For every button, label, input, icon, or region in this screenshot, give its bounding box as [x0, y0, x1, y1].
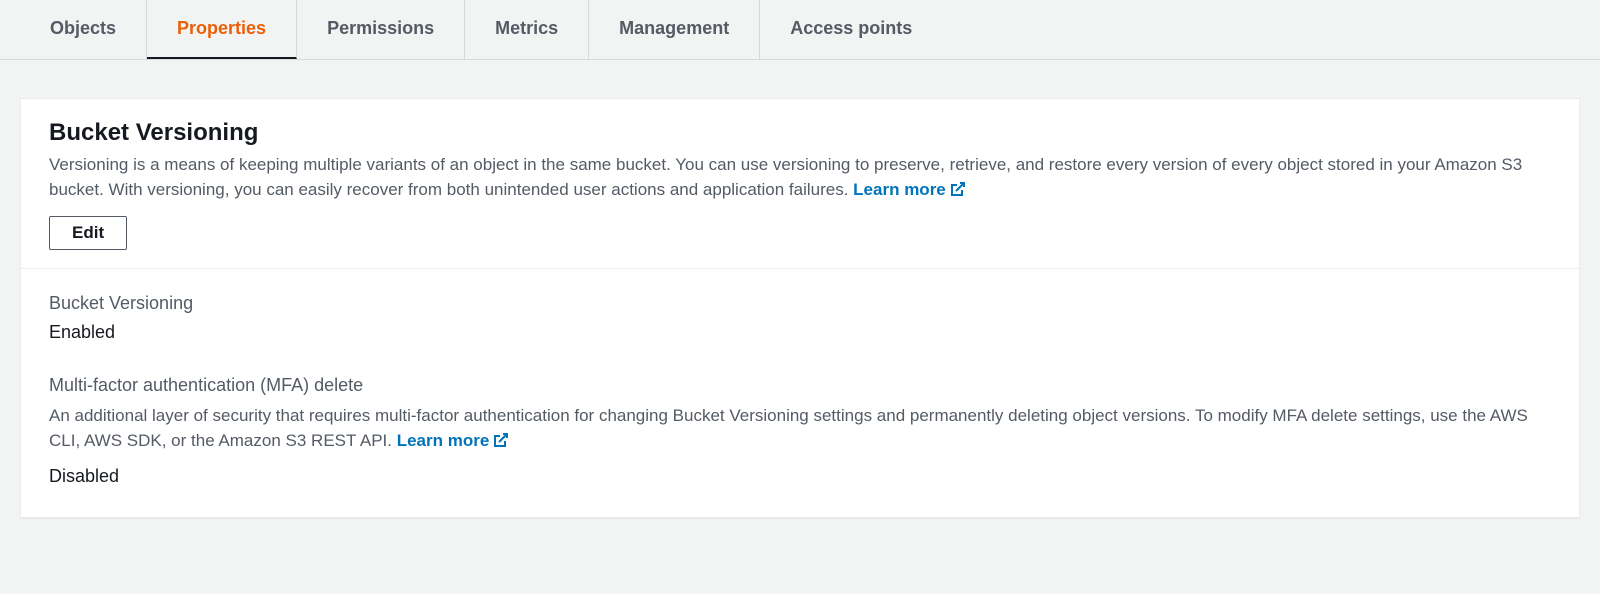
mfa-delete-field: Multi-factor authentication (MFA) delete…	[49, 375, 1551, 486]
tab-objects[interactable]: Objects	[20, 0, 147, 59]
bucket-versioning-panel: Bucket Versioning Versioning is a means …	[20, 98, 1580, 518]
tab-properties[interactable]: Properties	[147, 0, 297, 59]
tab-management[interactable]: Management	[589, 0, 760, 59]
tab-access-points[interactable]: Access points	[760, 0, 942, 59]
panel-description-text: Versioning is a means of keeping multipl…	[49, 155, 1522, 199]
panel-title: Bucket Versioning	[49, 119, 1551, 147]
panel-header: Bucket Versioning Versioning is a means …	[21, 99, 1579, 269]
tab-permissions[interactable]: Permissions	[297, 0, 465, 59]
versioning-label: Bucket Versioning	[49, 293, 1551, 314]
edit-button[interactable]: Edit	[49, 216, 127, 250]
external-link-icon	[493, 431, 509, 456]
mfa-learn-more-link[interactable]: Learn more	[397, 431, 510, 450]
mfa-label: Multi-factor authentication (MFA) delete	[49, 375, 1551, 396]
tab-metrics[interactable]: Metrics	[465, 0, 589, 59]
mfa-description-text: An additional layer of security that req…	[49, 406, 1528, 450]
mfa-description: An additional layer of security that req…	[49, 404, 1551, 455]
learn-more-link[interactable]: Learn more	[853, 180, 966, 199]
mfa-learn-more-text: Learn more	[397, 431, 490, 450]
versioning-field: Bucket Versioning Enabled	[49, 293, 1551, 343]
versioning-value: Enabled	[49, 322, 1551, 343]
panel-description: Versioning is a means of keeping multipl…	[49, 153, 1551, 204]
learn-more-text: Learn more	[853, 180, 946, 199]
external-link-icon	[950, 180, 966, 205]
panel-body: Bucket Versioning Enabled Multi-factor a…	[21, 269, 1579, 516]
mfa-value: Disabled	[49, 466, 1551, 487]
tab-bar: Objects Properties Permissions Metrics M…	[0, 0, 1600, 60]
